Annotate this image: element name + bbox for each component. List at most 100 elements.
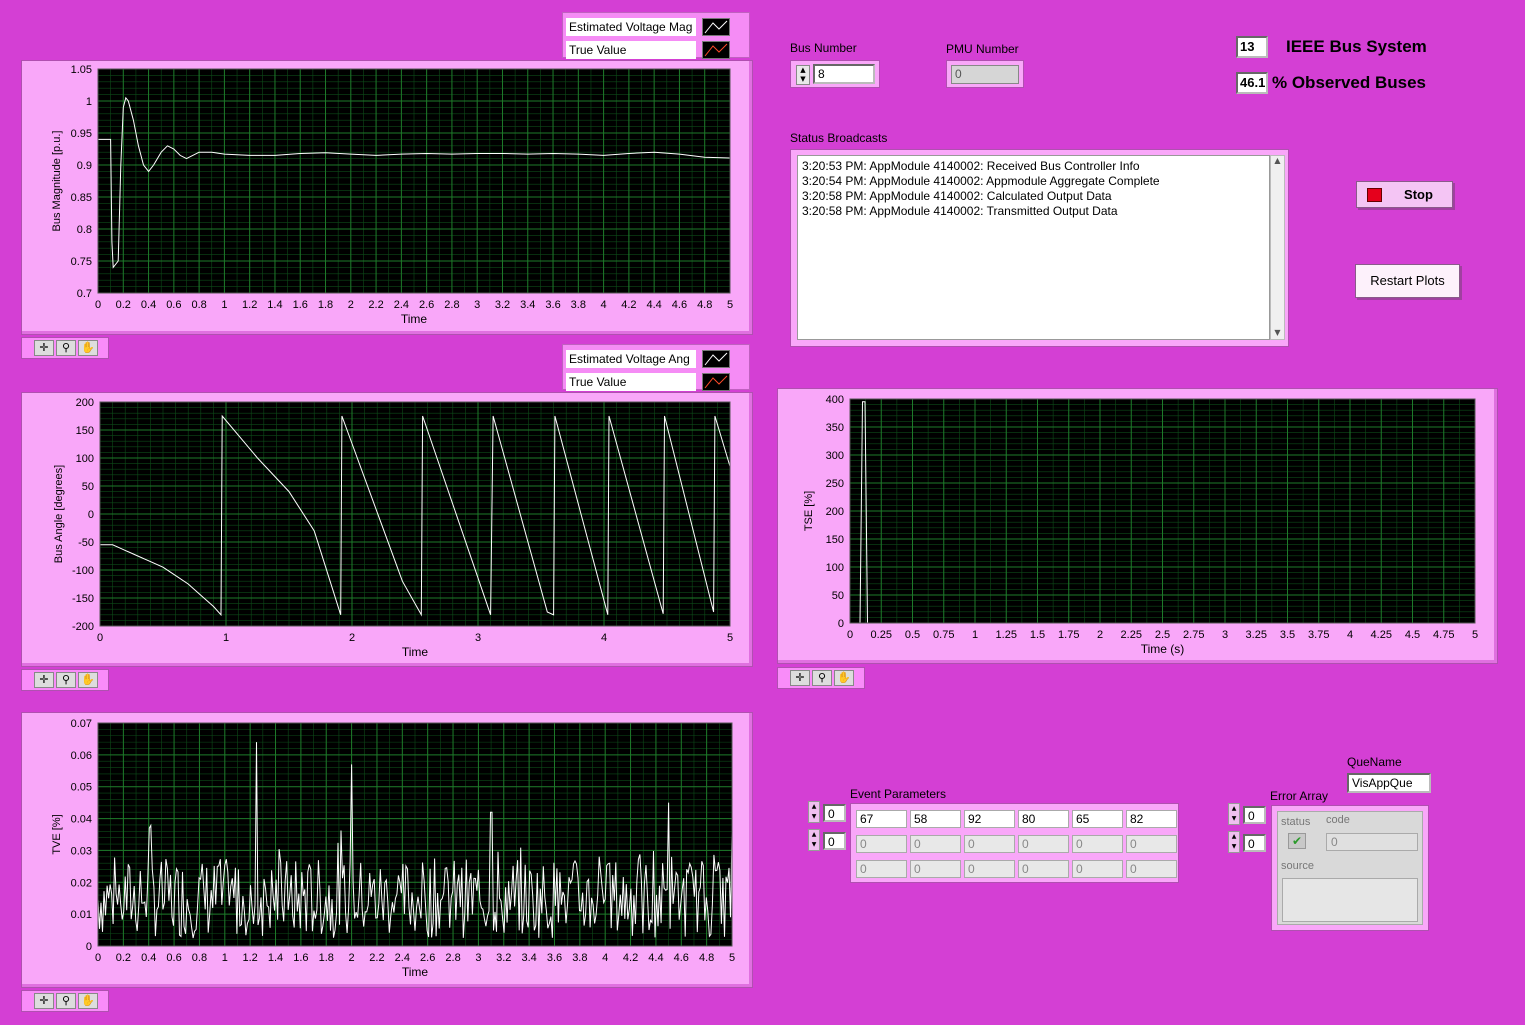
hand-icon[interactable]: ✋ xyxy=(78,993,98,1009)
pmu-number-label: PMU Number xyxy=(946,42,1019,56)
increment-decrement-icon[interactable]: ▲ ▼ xyxy=(796,65,810,85)
status-scrollbar[interactable]: ▲ ▼ xyxy=(1270,155,1285,340)
event-index-0[interactable]: ▲ ▼ 0 xyxy=(808,801,848,825)
x-tick-label: 2.6 xyxy=(419,299,434,311)
zoom-icon[interactable]: ⚲ xyxy=(56,993,76,1009)
tve-graph[interactable]: 0 0.2 0.4 0.6 0.8 1 1.2 1.4 1.6 1.8 2 2.2 2.4 2.6 2.8 3… xyxy=(21,712,753,988)
event-cell[interactable]: 80 xyxy=(1018,810,1069,828)
event-cell[interactable]: 0 xyxy=(910,835,961,853)
event-cell[interactable]: 0 xyxy=(856,835,907,853)
x-tick-label: 3.8 xyxy=(572,952,587,964)
event-cell[interactable]: 58 xyxy=(910,810,961,828)
x-axis-label: Time xyxy=(402,965,429,979)
x-tick-label: 0.8 xyxy=(191,299,206,311)
y-tick-label: 0.07 xyxy=(71,718,92,730)
zoom-icon[interactable]: ⚲ xyxy=(56,340,76,356)
graph-palette-2[interactable]: ✛ ⚲ ✋ xyxy=(21,669,109,691)
bus-angle-plot: 0 1 2 3 4 5 -200 -150 -100 -50 0 50 100 150 200 Time Bus… xyxy=(53,397,733,659)
graph-palette-3[interactable]: ✛ ⚲ ✋ xyxy=(777,667,865,689)
legend-swatch-white[interactable] xyxy=(702,18,730,36)
crosshair-icon[interactable]: ✛ xyxy=(790,670,810,686)
x-tick-label: 3.6 xyxy=(547,952,562,964)
bus-magnitude-graph[interactable]: 0 0.2 0.4 0.6 0.8 1 1.2 1.4 1.6 1.8 2 2.2 2.4 2.6 2.8 3… xyxy=(21,60,753,335)
scroll-down-icon[interactable]: ▼ xyxy=(1271,328,1284,337)
event-cell[interactable]: 0 xyxy=(964,835,1015,853)
x-tick-label: 4 xyxy=(601,632,607,644)
hand-icon[interactable]: ✋ xyxy=(78,340,98,356)
y-tick-label: 0.8 xyxy=(77,224,92,236)
error-cluster[interactable]: status code ✔ 0 source xyxy=(1271,805,1429,931)
event-cell[interactable]: 0 xyxy=(856,860,907,878)
graph-palette-1[interactable]: ✛ ⚲ ✋ xyxy=(21,337,109,359)
hand-icon[interactable]: ✋ xyxy=(834,670,854,686)
index-stepper-icon[interactable]: ▲ ▼ xyxy=(1228,803,1240,825)
legend-swatch-red[interactable] xyxy=(702,373,730,391)
x-tick-label: 4.4 xyxy=(648,952,663,964)
x-tick-label: 0.6 xyxy=(166,952,181,964)
status-line: 3:20:54 PM: AppModule 4140002: Appmodule… xyxy=(802,174,1160,188)
graph-palette-4[interactable]: ✛ ⚲ ✋ xyxy=(21,990,109,1012)
event-cell[interactable]: 0 xyxy=(1072,860,1123,878)
bus-angle-graph[interactable]: 0 1 2 3 4 5 -200 -150 -100 -50 0 50 100 150 200 Time Bus… xyxy=(21,392,753,667)
status-text-area[interactable]: 3:20:53 PM: AppModule 4140002: Received … xyxy=(797,155,1270,340)
x-tick-label: 4.6 xyxy=(672,299,687,311)
index-stepper-icon[interactable]: ▲ ▼ xyxy=(1228,831,1240,853)
event-cell[interactable]: 82 xyxy=(1126,810,1177,828)
event-cell[interactable]: 0 xyxy=(1126,835,1177,853)
bus-number-control[interactable]: ▲ ▼ 8 xyxy=(790,60,880,88)
event-cell[interactable]: 92 xyxy=(964,810,1015,828)
error-code-value[interactable]: 0 xyxy=(1326,833,1418,851)
x-tick-label: 1.4 xyxy=(267,299,282,311)
event-index-1[interactable]: ▲ ▼ 0 xyxy=(808,829,848,853)
x-tick-label: 3.25 xyxy=(1246,629,1267,641)
scroll-up-icon[interactable]: ▲ xyxy=(1271,156,1284,165)
event-cell[interactable]: 0 xyxy=(1018,860,1069,878)
zoom-icon[interactable]: ⚲ xyxy=(56,672,76,688)
index-stepper-icon[interactable]: ▲ ▼ xyxy=(808,829,820,851)
x-tick-label: 3 xyxy=(475,952,481,964)
error-index[interactable]: 0 xyxy=(1243,834,1266,852)
crosshair-icon[interactable]: ✛ xyxy=(34,993,54,1009)
y-tick-label: -50 xyxy=(78,537,94,549)
index-stepper-icon[interactable]: ▲ ▼ xyxy=(808,801,820,823)
hand-icon[interactable]: ✋ xyxy=(78,672,98,688)
stop-button-label: Stop xyxy=(1404,187,1433,202)
x-tick-label: 0.6 xyxy=(166,299,181,311)
restart-plots-button[interactable]: Restart Plots xyxy=(1355,264,1460,298)
x-tick-label: 0.75 xyxy=(933,629,954,641)
event-cell[interactable]: 0 xyxy=(1072,835,1123,853)
legend-swatch-white[interactable] xyxy=(702,350,730,368)
event-cell[interactable]: 67 xyxy=(856,810,907,828)
stop-button[interactable]: Stop xyxy=(1356,181,1453,208)
y-tick-label: 50 xyxy=(832,590,844,602)
checkmark-icon[interactable]: ✔ xyxy=(1288,833,1306,849)
legend-swatch-red[interactable] xyxy=(702,41,730,59)
bus-number-input[interactable]: 8 xyxy=(813,64,875,84)
x-tick-label: 2.8 xyxy=(444,299,459,311)
x-tick-label: 3.5 xyxy=(1280,629,1295,641)
error-source-label: source xyxy=(1281,860,1315,872)
event-cell[interactable]: 0 xyxy=(964,860,1015,878)
status-broadcasts-box[interactable]: 3:20:53 PM: AppModule 4140002: Received … xyxy=(790,149,1289,347)
event-cell[interactable]: 0 xyxy=(1126,860,1177,878)
event-cell[interactable]: 65 xyxy=(1072,810,1123,828)
event-index-row[interactable]: 0 xyxy=(823,804,846,822)
crosshair-icon[interactable]: ✛ xyxy=(34,340,54,356)
event-parameters-array[interactable]: 67 58 92 80 65 82 0 0 0 0 0 0 0 0 0 0 0 … xyxy=(850,803,1179,883)
y-tick-label: 0 xyxy=(86,941,92,953)
error-index-1[interactable]: ▲ ▼ 0 xyxy=(1228,831,1268,855)
x-tick-label: 1.25 xyxy=(996,629,1017,641)
quename-input[interactable]: VisAppQue xyxy=(1347,773,1431,793)
error-index[interactable]: 0 xyxy=(1243,806,1266,824)
legend-ang: Estimated Voltage Ang True Value xyxy=(562,344,750,391)
zoom-icon[interactable]: ⚲ xyxy=(812,670,832,686)
event-cell[interactable]: 0 xyxy=(910,860,961,878)
y-tick-label: -100 xyxy=(72,565,94,577)
error-index-0[interactable]: ▲ ▼ 0 xyxy=(1228,803,1268,827)
error-source-text[interactable] xyxy=(1282,878,1418,922)
x-tick-label: 4 xyxy=(1347,629,1353,641)
event-cell[interactable]: 0 xyxy=(1018,835,1069,853)
tse-graph[interactable]: 0 0.25 0.5 0.75 1 1.25 1.5 1.75 2 2.25 2.5 2.75 3 3.2… xyxy=(777,388,1498,664)
crosshair-icon[interactable]: ✛ xyxy=(34,672,54,688)
event-index-col[interactable]: 0 xyxy=(823,832,846,850)
